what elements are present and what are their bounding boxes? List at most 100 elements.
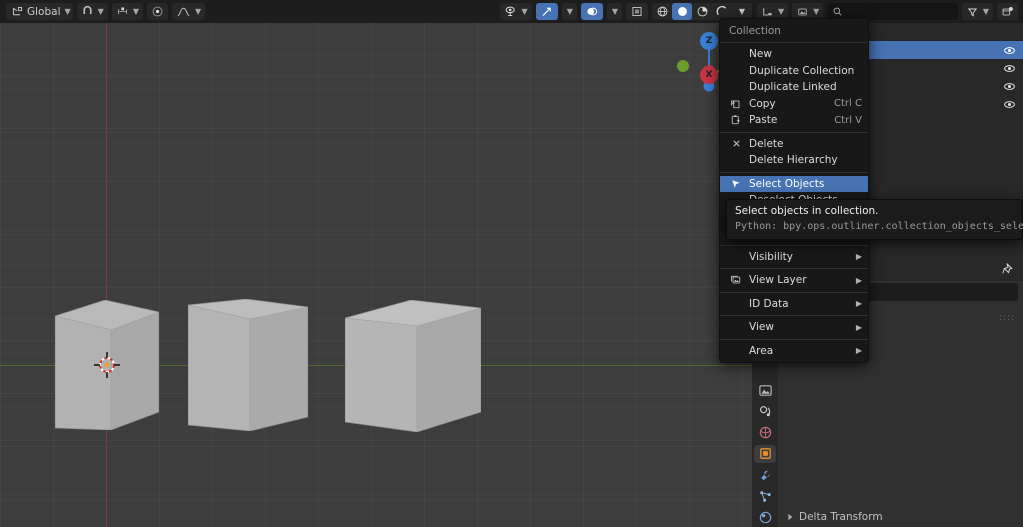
eye-icon[interactable] [1001,98,1017,111]
submenu-arrow-icon: ▶ [855,299,862,309]
menu-item-view[interactable]: View ▶ [720,319,868,336]
menu-item-label: Duplicate Collection [749,64,855,77]
menu-item-area[interactable]: Area ▶ [720,343,868,360]
shading-material-button[interactable] [692,3,712,20]
properties-tab-render[interactable] [754,381,776,399]
shading-wireframe-button[interactable] [652,3,672,20]
transform-orientation-label: Global [27,5,61,18]
menu-item-delete-hierarchy[interactable]: Delete Hierarchy [720,152,868,169]
cube-right[interactable] [345,300,481,432]
viewport-grid-fine [0,22,752,527]
menu-item-duplicate-collection[interactable]: Duplicate Collection [720,63,868,80]
proportional-falloff-dropdown[interactable]: ▼ [171,3,206,20]
menu-item-select-objects[interactable]: Select Objects [720,175,868,192]
cube-middle[interactable] [188,299,308,431]
menu-item-copy[interactable]: Copy Ctrl C [720,96,868,113]
gizmo-z-label: Z [705,36,713,46]
chevron-down-icon: ▼ [194,7,202,16]
menu-item-id-data[interactable]: ID Data ▶ [720,296,868,313]
new-collection-icon [1001,6,1014,18]
menu-item-label: Copy [749,97,776,110]
menu-item-label: Delete [749,137,784,150]
tooltip-python-path: Python: bpy.ops.outliner.collection_obje… [735,221,1023,232]
navigation-gizmo[interactable]: Z X [670,28,722,94]
menu-item-label: View Layer [749,274,807,287]
panel-grip-icon: :::: [998,313,1015,323]
snap-magnet-toggle[interactable]: ▼ [76,3,108,20]
menu-separator [720,42,868,43]
properties-tab-physics[interactable] [754,509,776,527]
paste-icon [729,114,743,126]
chevron-down-icon: ▼ [566,7,573,16]
copy-icon [729,98,743,110]
context-menu-title: Collection [729,24,781,37]
menu-item-new[interactable]: New [720,46,868,63]
menu-separator [720,291,868,293]
properties-tab-modifiers[interactable] [754,466,776,484]
properties-tab-world[interactable] [754,424,776,442]
delta-transform-panel-header[interactable]: Delta Transform [786,511,883,523]
submenu-arrow-icon: ▶ [855,275,862,285]
proportional-editing-toggle[interactable] [146,3,168,20]
axis-line-y [106,22,107,527]
outliner-context-menu[interactable]: Collection New Duplicate Collection Dupl… [719,18,869,363]
menu-separator [720,315,868,316]
menu-item-view-layer[interactable]: View Layer ▶ [720,272,868,289]
gizmo-x-label: X [705,70,713,80]
menu-item-duplicate-linked[interactable]: Duplicate Linked [720,79,868,96]
menu-item-label: Paste [749,114,778,127]
object-visibility-icon [504,5,518,18]
menu-separator [720,171,868,173]
pin-icon[interactable] [1002,262,1015,275]
eye-icon[interactable] [1001,80,1017,93]
chevron-right-icon [786,513,794,521]
overlays-options-dropdown[interactable]: ▼ [606,3,622,20]
chevron-down-icon: ▼ [611,7,618,16]
menu-separator [720,244,868,246]
outliner-filter-button[interactable]: ▼ [961,3,993,20]
outliner-display-mode-icon [761,6,774,18]
xray-toggle[interactable] [626,3,648,20]
xray-toggle-icon [630,5,644,18]
eye-icon[interactable] [1001,62,1017,75]
menu-item-label: Area [749,344,774,357]
menu-item-label: View [749,321,774,334]
transform-orientation-dropdown[interactable]: Global ▼ [6,3,73,20]
delete-x-icon [729,138,743,149]
gizmo-toggle[interactable] [535,3,558,20]
filter-id-type-icon [796,6,809,18]
transform-orientation-icon [10,5,24,18]
shading-solid-button[interactable] [672,3,692,20]
new-collection-button[interactable] [997,3,1018,20]
menu-item-label: Delete Hierarchy [749,154,838,167]
chevron-down-icon: ▼ [64,7,71,16]
menu-item-visibility[interactable]: Visibility ▶ [720,249,868,266]
eye-icon[interactable] [1001,44,1017,57]
snap-target-dropdown[interactable]: ▼ [111,3,143,20]
properties-tab-output[interactable] [754,402,776,420]
menu-item-label: Select Objects [749,177,825,190]
3d-viewport[interactable]: Z X Global ▼ ▼ ▼ ▼ ▼ ▼ ▼ ▼ [0,0,752,527]
smooth-falloff-icon [176,5,191,18]
properties-tab-object[interactable] [754,444,776,464]
menu-separator [720,131,868,133]
chevron-down-icon: ▼ [738,7,746,16]
menu-item-delete[interactable]: Delete [720,136,868,153]
chevron-down-icon: ▼ [521,7,528,16]
gizmo-axis-x[interactable]: X [700,66,718,84]
object-visibility-dropdown[interactable]: ▼ [499,3,532,20]
menu-separator [720,268,868,269]
proportional-editing-icon [151,5,164,18]
overlays-icon [585,5,599,18]
view-layer-icon [729,274,743,286]
magnet-icon [81,5,94,18]
overlays-toggle[interactable] [580,3,603,20]
gizmo-axis-z[interactable]: Z [700,32,718,50]
gizmo-options-dropdown[interactable]: ▼ [561,3,577,20]
gizmo-icon [540,5,554,18]
search-icon [832,6,843,17]
properties-tab-particles[interactable] [754,487,776,505]
viewport-header[interactable]: Global ▼ ▼ ▼ ▼ ▼ ▼ ▼ ▼ [0,0,752,23]
filter-funnel-icon [966,6,979,18]
menu-item-paste[interactable]: Paste Ctrl V [720,112,868,129]
